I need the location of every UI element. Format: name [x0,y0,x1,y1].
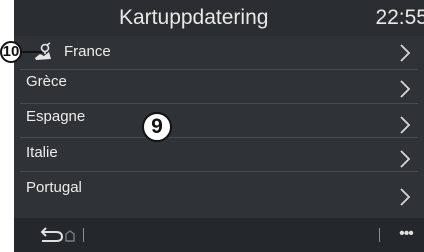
list-item-portugal[interactable]: Portugal [14,172,424,218]
footer-bar: ••• [14,218,424,252]
list-item-italy[interactable]: Italie [14,138,424,172]
list-item-label: France [64,43,111,60]
footer-separator [379,228,380,242]
more-options-button[interactable]: ••• [394,224,418,246]
callout-marker-9: 9 [142,112,172,142]
chevron-right-icon [400,116,411,134]
chevron-right-icon [400,44,411,62]
callout-marker-10: 10 [0,41,22,63]
list-item-france[interactable]: France [14,36,424,70]
chevron-right-icon [400,150,411,168]
list-item-spain[interactable]: Espagne [14,104,424,138]
back-icon[interactable] [36,224,76,246]
chevron-right-icon [400,80,411,98]
footer-separator [83,228,84,242]
chevron-right-icon [400,188,411,206]
map-update-screen: Kartuppdatering 22:55 France Grèce Espag… [14,0,424,252]
list-item-label: Espagne [26,108,86,125]
map-update-icon [35,42,51,60]
page-title: Kartuppdatering [119,6,269,29]
list-item-label: Portugal [26,179,82,196]
list-item-label: Grèce [26,73,67,90]
callout-leader-line [22,51,42,53]
list-item-label: Italie [26,144,58,161]
header-bar: Kartuppdatering 22:55 [14,0,424,36]
clock: 22:55 [375,6,424,29]
list-item-greece[interactable]: Grèce [14,70,424,104]
